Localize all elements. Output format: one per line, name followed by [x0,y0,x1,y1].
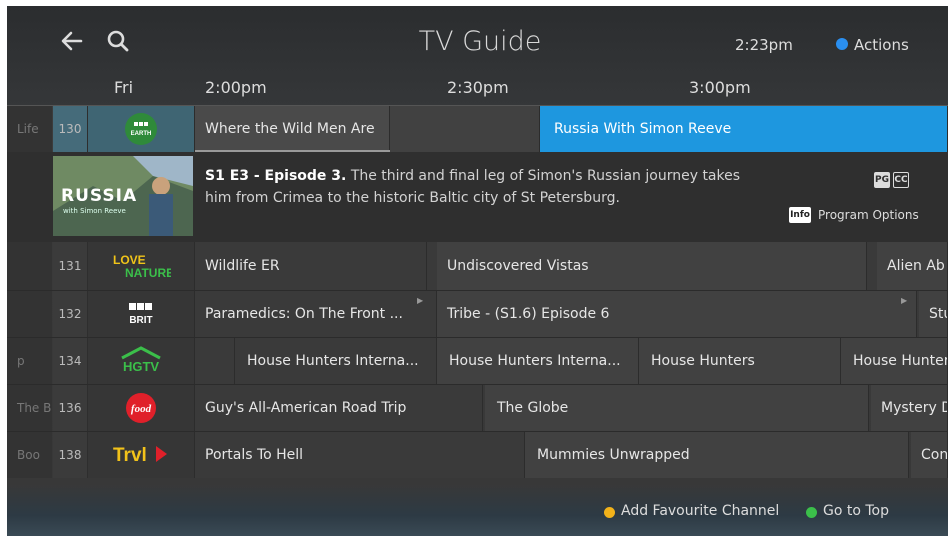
continue-arrow-icon: ▶ [901,296,908,305]
program-options-label[interactable]: Program Options [818,208,919,222]
thumbnail-subtitle: with Simon Reeve [63,207,126,215]
previous-program-edge: Life [7,106,52,152]
continue-arrow-icon: ▶ [417,296,424,305]
program-cell[interactable]: Alien Ab [877,242,948,290]
time-slot: 3:00pm [689,78,751,97]
clock: 2:23pm [735,36,793,54]
svg-text:EARTH: EARTH [131,131,152,137]
bbc-earth-logo-icon: EARTH [125,113,157,145]
yellow-button-icon [604,507,615,518]
bbc-brit-logo-icon: BRIT [129,303,153,326]
previous-program-edge [7,242,52,290]
previous-program-edge [7,291,52,337]
love-nature-logo-icon: LOVE NATURE [113,253,171,280]
episode-label: S1 E3 - Episode 3. [205,168,347,184]
program-cell-gap[interactable] [390,106,540,152]
back-arrow-icon[interactable] [59,28,85,54]
header: TV Guide 2:23pm Actions Fri 2:00pm 2:30p… [7,6,948,106]
program-cell[interactable]: House Hunters Interna... [235,338,437,384]
channel-logo-love-nature: LOVE NATURE [88,242,195,290]
thumbnail-title: RUSSIA [61,186,138,206]
program-cell[interactable]: Wildlife ER [195,242,427,290]
channel-number: 131 [53,242,88,290]
food-network-logo-icon: food [126,393,156,423]
travel-channel-logo-icon: Trvl [113,445,167,466]
channel-row-138: Boo 138 Trvl Portals To Hell Mummies Unw… [7,432,948,478]
green-button-icon [806,507,817,518]
svg-text:HGTV: HGTV [123,359,159,374]
channel-row-132: 132 BRIT Paramedics: On The Front ... ▶ … [7,291,948,337]
channel-number: 132 [53,291,88,337]
program-cell-selected[interactable]: Russia With Simon Reeve [540,106,948,152]
program-thumbnail: RUSSIA with Simon Reeve [53,156,193,236]
go-to-top-hint[interactable]: Go to Top [823,503,889,519]
program-cell[interactable]: Paramedics: On The Front ... [195,291,437,337]
actions-blue-dot-icon [836,38,848,50]
program-cell[interactable]: Portals To Hell [195,432,525,478]
program-cell[interactable]: Where the Wild Men Are [195,106,390,152]
svg-text:food: food [131,403,152,415]
program-detail-panel: RUSSIA with Simon Reeve S1 E3 - Episode … [7,152,948,242]
program-description: S1 E3 - Episode 3. The third and final l… [205,165,765,209]
page-title: TV Guide [418,26,542,57]
program-cell[interactable]: House Hunters Interna... [437,338,639,384]
channel-row-131: 131 LOVE NATURE Wildlife ER Undiscovered… [7,242,948,290]
timeline-day: Fri [114,78,134,97]
time-slot: 2:00pm [205,78,267,97]
svg-text:LOVE: LOVE [113,253,146,267]
channel-number: 130 [53,106,88,152]
svg-text:NATURE: NATURE [125,266,171,280]
channel-logo-bbc-earth: EARTH [88,106,195,152]
program-cell[interactable]: Con [911,432,948,478]
program-cell[interactable]: The Globe [485,385,869,431]
channel-logo-bbc-brit: BRIT [88,291,195,337]
add-favourite-channel-hint[interactable]: Add Favourite Channel [621,503,779,519]
program-cell[interactable]: Undiscovered Vistas [437,242,867,290]
channel-number: 138 [53,432,88,478]
search-icon[interactable] [105,28,131,54]
program-cell[interactable]: Guy's All-American Road Trip [195,385,483,431]
svg-text:BRIT: BRIT [129,315,152,326]
channel-row-130: Life 130 EARTH Where the Wild Men Are Ru… [7,106,948,152]
previous-program-edge: p [7,338,52,384]
svg-text:Trvl: Trvl [113,445,147,466]
pg-rating-badge: PG [874,172,890,188]
program-cell[interactable]: Stu [919,291,948,337]
program-cell[interactable]: Tribe - (S1.6) Episode 6 [437,291,917,337]
tv-guide-screen: TV Guide 2:23pm Actions Fri 2:00pm 2:30p… [7,6,948,536]
program-cell[interactable]: House Hunters [639,338,841,384]
cc-icon: CC [893,172,909,188]
channel-row-134: p 134 HGTV House Hunters Interna... Hous… [7,338,948,384]
info-button-icon[interactable]: Info [789,207,811,223]
program-cell[interactable]: House Hunter [841,338,948,384]
channel-number: 136 [53,385,88,431]
actions-button[interactable]: Actions [854,36,909,54]
previous-program-edge: Boo [7,432,52,478]
channel-number: 134 [53,338,88,384]
channel-logo-travel: Trvl [88,432,195,478]
program-cell[interactable] [195,338,235,384]
program-cell[interactable]: Mystery D [871,385,948,431]
footer-hint-bar: Add Favourite Channel Go to Top [7,484,948,536]
time-slot: 2:30pm [447,78,509,97]
program-cell[interactable]: Mummies Unwrapped [525,432,909,478]
channel-logo-hgtv: HGTV [88,338,195,384]
hgtv-logo-icon: HGTV [121,346,161,374]
channel-row-136: The B 136 food Guy's All-American Road T… [7,385,948,431]
channel-logo-food: food [88,385,195,431]
previous-program-edge: The B [7,385,52,431]
